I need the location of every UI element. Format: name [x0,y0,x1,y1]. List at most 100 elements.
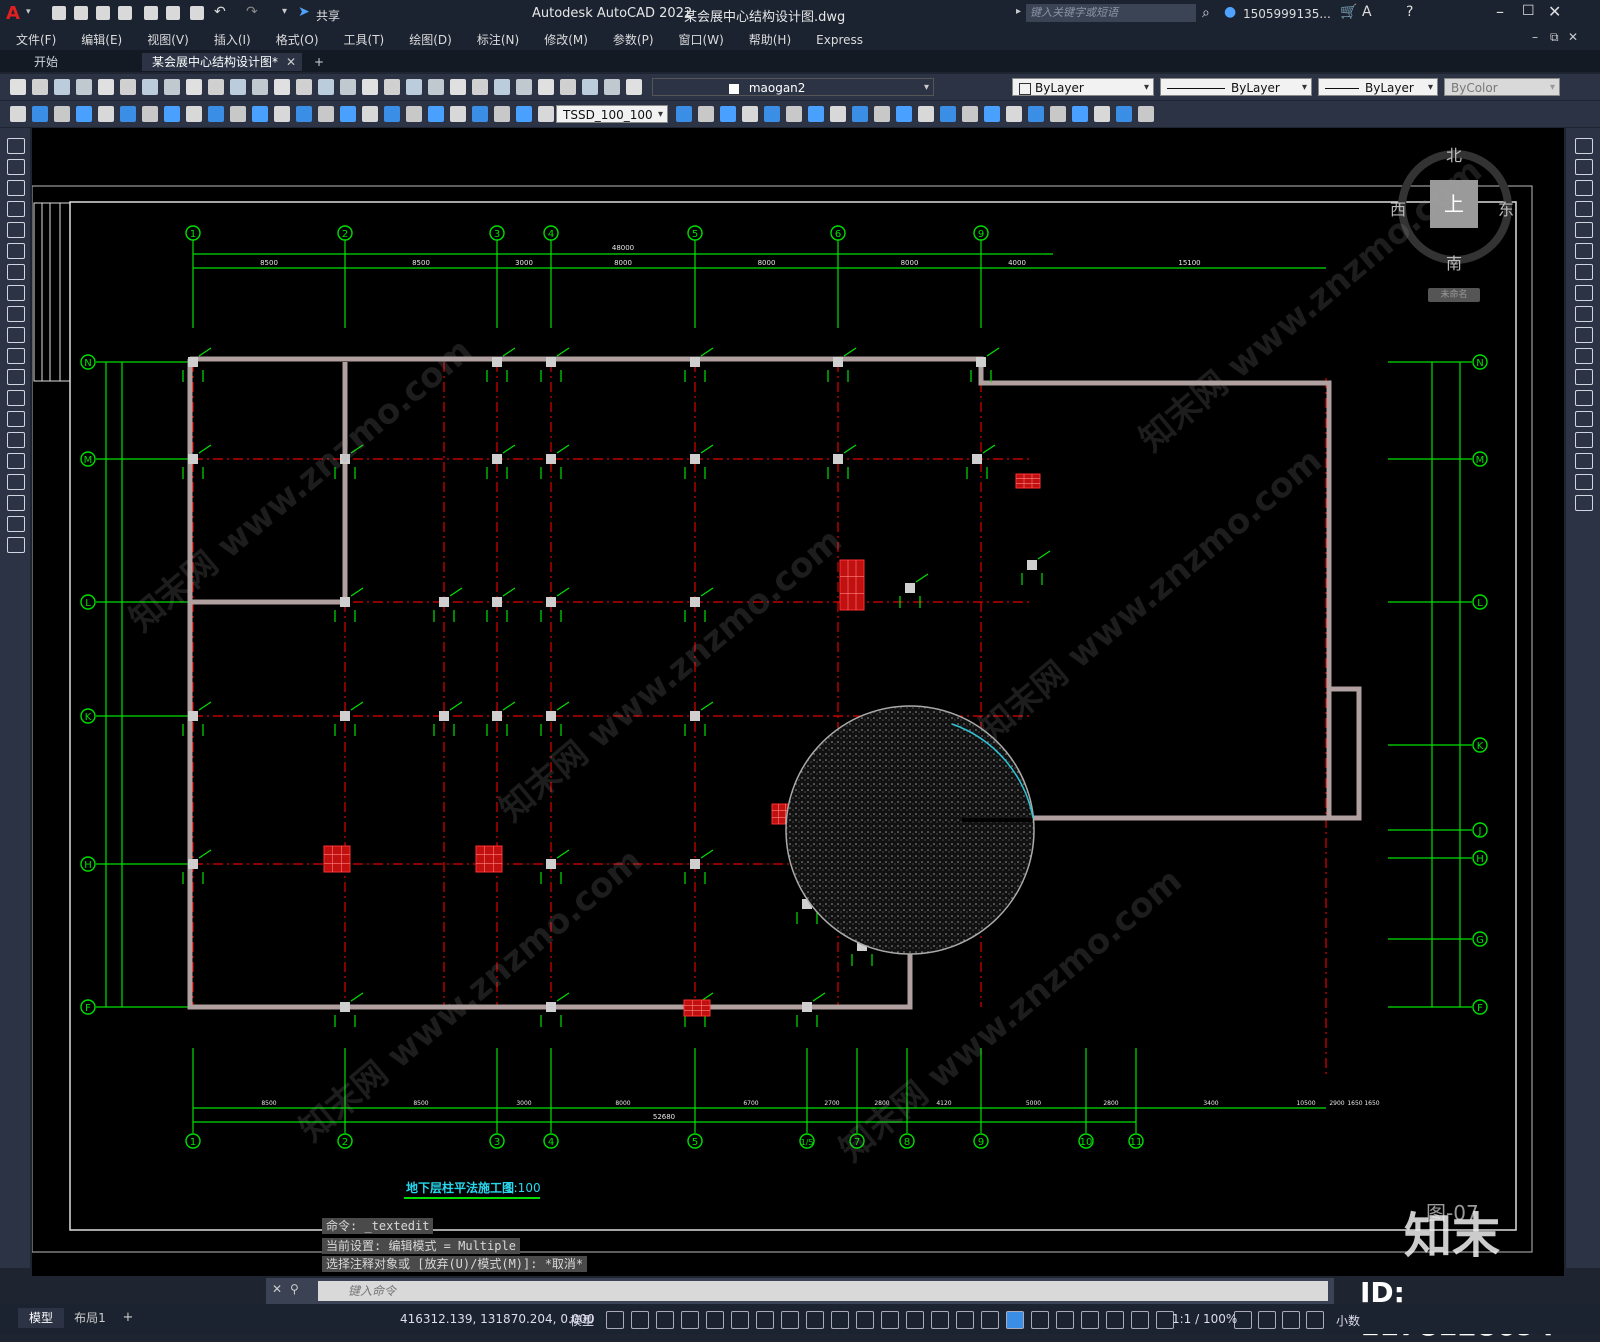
standard-tool-icon[interactable] [362,79,378,95]
tssd-tool-icon[interactable] [1116,106,1132,122]
tssd-tool-icon[interactable] [318,106,334,122]
tssd-tool-icon[interactable] [54,106,70,122]
cmd-customize-icon[interactable]: ⚲ [290,1282,299,1296]
standard-tool-icon[interactable] [32,79,48,95]
status-tool-icon[interactable] [1306,1311,1324,1329]
layout-tab-model[interactable]: 模型 [18,1308,64,1328]
standard-tool-icon[interactable] [274,79,290,95]
tssd-tool-icon[interactable] [1050,106,1066,122]
linetype-dropdown[interactable]: ByLayer ▾ [1160,78,1312,96]
layout-add-button[interactable]: + [118,1308,138,1328]
viewcube-east[interactable]: 东 [1498,196,1514,220]
standard-tool-icon[interactable] [384,79,400,95]
draw-tool-icon[interactable] [7,369,25,385]
draw-tool-icon[interactable] [7,159,25,175]
units-button[interactable]: 小数 [1336,1312,1360,1328]
draw-tool-icon[interactable] [7,243,25,259]
tssd-tool-icon[interactable] [962,106,978,122]
draw-tool-icon[interactable] [7,306,25,322]
tab-drawing[interactable]: 某会展中心结构设计图* ✕ [142,53,302,71]
menu-item-0[interactable]: 文件(F) [16,31,56,48]
draw-tool-icon[interactable] [7,222,25,238]
status-toggle-icon[interactable] [1081,1311,1099,1329]
tssd-tool-icon[interactable] [120,106,136,122]
cart-icon[interactable]: 🛒 [1340,4,1357,20]
status-toggle-icon[interactable] [906,1311,924,1329]
standard-tool-icon[interactable] [428,79,444,95]
user-icon[interactable]: ● [1224,4,1236,20]
modify-tool-icon[interactable] [1575,201,1593,217]
tssd-tool-icon[interactable] [1138,106,1154,122]
status-toggle-icon[interactable] [1106,1311,1124,1329]
color-dropdown[interactable]: ByLayer ▾ [1012,78,1154,96]
modify-tool-icon[interactable] [1575,495,1593,511]
command-line[interactable]: ✕ ⚲ 键入命令 [266,1278,1334,1304]
tssd-tool-icon[interactable] [1006,106,1022,122]
doc-minimize-icon[interactable]: – [1532,30,1538,44]
modify-tool-icon[interactable] [1575,138,1593,154]
standard-tool-icon[interactable] [626,79,642,95]
tssd-tool-icon[interactable] [896,106,912,122]
draw-tool-icon[interactable] [7,474,25,490]
status-toggle-icon[interactable] [731,1311,749,1329]
standard-tool-icon[interactable] [230,79,246,95]
modify-tool-icon[interactable] [1575,432,1593,448]
draw-tool-icon[interactable] [7,348,25,364]
status-toggle-icon[interactable] [656,1311,674,1329]
tssd-tool-icon[interactable] [10,106,26,122]
standard-tool-icon[interactable] [340,79,356,95]
modify-tool-icon[interactable] [1575,348,1593,364]
tssd-tool-icon[interactable] [874,106,890,122]
draw-tool-icon[interactable] [7,453,25,469]
menu-item-7[interactable]: 标注(N) [477,31,519,48]
doc-restore-icon[interactable]: ⧉ [1550,30,1559,45]
command-input[interactable]: 键入命令 [318,1281,1328,1301]
status-toggle-icon[interactable] [1131,1311,1149,1329]
layout-tab-layout1[interactable]: 布局1 [70,1308,110,1328]
menu-item-12[interactable]: Express [816,33,863,47]
tssd-tool-icon[interactable] [274,106,290,122]
search-input[interactable]: 键入关键字或短语 [1026,4,1196,22]
standard-tool-icon[interactable] [538,79,554,95]
modify-tool-icon[interactable] [1575,453,1593,469]
standard-tool-icon[interactable] [164,79,180,95]
tssd-tool-icon[interactable] [186,106,202,122]
app-menu-chevron-icon[interactable]: ▾ [26,7,31,17]
tssd-tool-icon[interactable] [538,106,554,122]
draw-tool-icon[interactable] [7,138,25,154]
modify-tool-icon[interactable] [1575,243,1593,259]
status-toggle-icon[interactable] [681,1311,699,1329]
modify-tool-icon[interactable] [1575,285,1593,301]
status-toggle-icon[interactable] [1006,1311,1024,1329]
standard-tool-icon[interactable] [560,79,576,95]
tssd-tool-icon[interactable] [472,106,488,122]
tssd-tool-icon[interactable] [852,106,868,122]
tssd-tool-icon[interactable] [940,106,956,122]
status-toggle-icon[interactable] [756,1311,774,1329]
tssd-tool-icon[interactable] [764,106,780,122]
customize-qat-icon[interactable]: ▾ [282,6,287,17]
plotstyle-dropdown[interactable]: ByColor ▾ [1444,78,1560,96]
draw-tool-icon[interactable] [7,201,25,217]
standard-tool-icon[interactable] [54,79,70,95]
status-toggle-icon[interactable] [931,1311,949,1329]
tssd-tool-icon[interactable] [428,106,444,122]
standard-tool-icon[interactable] [296,79,312,95]
status-toggle-icon[interactable] [1031,1311,1049,1329]
redo-icon[interactable]: ↷ [246,4,258,20]
standard-tool-icon[interactable] [472,79,488,95]
tssd-tool-icon[interactable] [32,106,48,122]
help-icon[interactable]: ? [1406,4,1413,20]
tssd-tool-icon[interactable] [450,106,466,122]
draw-tool-icon[interactable] [7,537,25,553]
tssd-tool-icon[interactable] [252,106,268,122]
doc-close-icon[interactable]: ✕ [1568,30,1578,44]
tssd-tool-icon[interactable] [384,106,400,122]
tssd-tool-icon[interactable] [918,106,934,122]
standard-tool-icon[interactable] [98,79,114,95]
standard-tool-icon[interactable] [450,79,466,95]
modify-tool-icon[interactable] [1575,159,1593,175]
status-toggle-icon[interactable] [956,1311,974,1329]
user-account[interactable]: 1505999135... [1243,7,1331,21]
close-icon[interactable]: ✕ [1548,2,1561,21]
